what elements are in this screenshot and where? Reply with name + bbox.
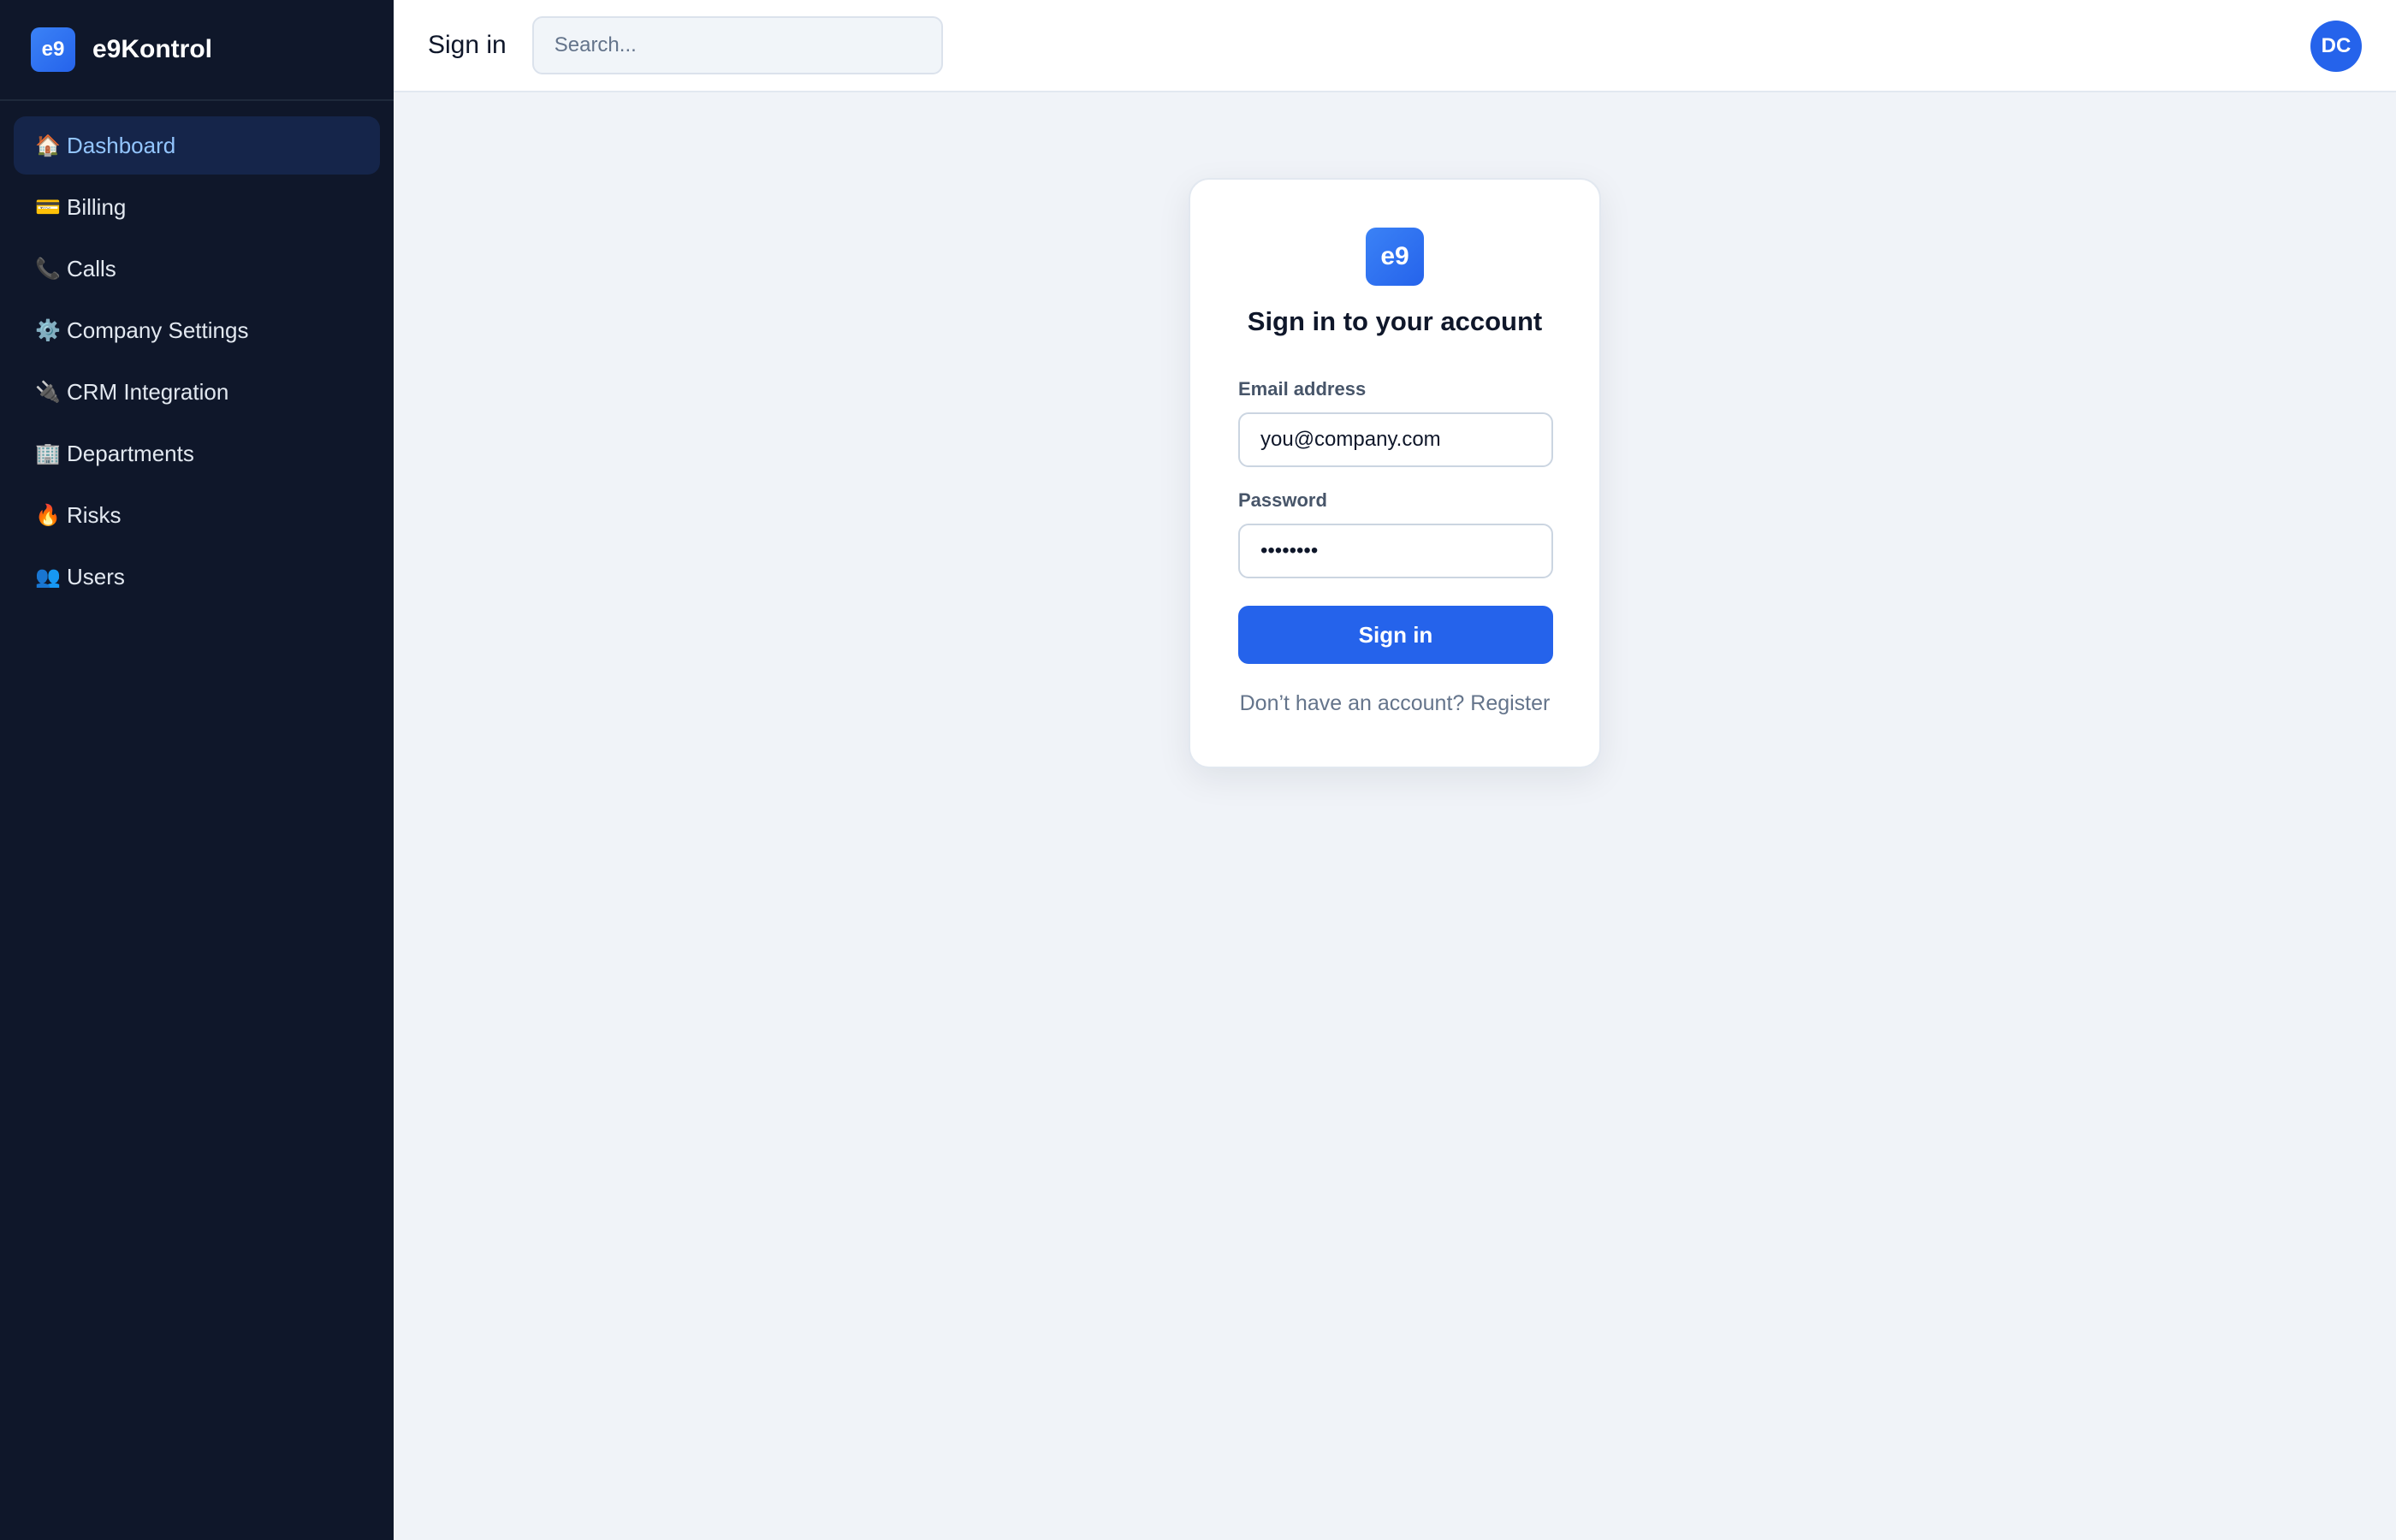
search-input[interactable] [531,16,943,74]
brand[interactable]: e9 e9Kontrol [0,0,394,101]
sidebar-item-crm-integration[interactable]: 🔌 CRM Integration [14,363,380,421]
register-link[interactable]: Register [1470,691,1550,715]
plug-icon: 🔌 [35,380,61,404]
sidebar-item-label: CRM Integration [67,378,229,405]
users-icon: 👥 [35,565,61,589]
credit-card-icon: 💳 [35,195,61,219]
signin-button[interactable]: Sign in [1238,606,1553,664]
sidebar-item-departments[interactable]: 🏢 Departments [14,424,380,483]
app-root: e9 e9Kontrol 🏠 Dashboard 💳 Billing 📞 Cal… [0,0,2396,1540]
main-area: Sign in DC e9 Sign in to your account Em… [394,0,2396,1540]
sidebar-item-label: Departments [67,440,194,466]
sidebar-item-label: Risks [67,501,122,528]
building-icon: 🏢 [35,441,61,465]
sidebar-nav: 🏠 Dashboard 💳 Billing 📞 Calls ⚙️ Company… [0,101,394,621]
sidebar-item-dashboard[interactable]: 🏠 Dashboard [14,116,380,175]
page-title: Sign in [428,31,507,59]
email-field[interactable] [1238,412,1553,467]
avatar[interactable]: DC [2310,21,2362,72]
gear-icon: ⚙️ [35,318,61,342]
phone-icon: 📞 [35,257,61,281]
register-line: Don’t have an account? Register [1238,691,1551,716]
topbar: Sign in DC [394,0,2396,92]
house-icon: 🏠 [35,133,61,157]
sidebar-item-calls[interactable]: 📞 Calls [14,240,380,298]
password-label: Password [1238,489,1327,511]
sidebar-item-label: Billing [67,193,127,220]
sidebar-item-risks[interactable]: 🔥 Risks [14,486,380,544]
email-label: Email address [1238,378,1367,400]
sidebar-item-label: Calls [67,255,116,281]
sidebar-item-company-settings[interactable]: ⚙️ Company Settings [14,301,380,359]
signin-card: e9 Sign in to your account Email address… [1189,178,1601,768]
register-prompt: Don’t have an account? [1239,691,1465,715]
sidebar-item-label: Dashboard [67,132,176,158]
signin-title: Sign in to your account [1247,306,1543,336]
sidebar-item-users[interactable]: 👥 Users [14,548,380,606]
sidebar-item-label: Users [67,563,125,589]
sidebar-item-label: Company Settings [67,317,249,343]
brand-name: e9Kontrol [92,35,213,63]
content: e9 Sign in to your account Email address… [394,92,2396,1540]
card-logo: e9 [1366,228,1424,286]
brand-logo: e9 [31,27,75,72]
fire-icon: 🔥 [35,503,61,527]
password-field[interactable] [1238,524,1553,578]
sidebar: e9 e9Kontrol 🏠 Dashboard 💳 Billing 📞 Cal… [0,0,394,1540]
sidebar-item-billing[interactable]: 💳 Billing [14,178,380,236]
